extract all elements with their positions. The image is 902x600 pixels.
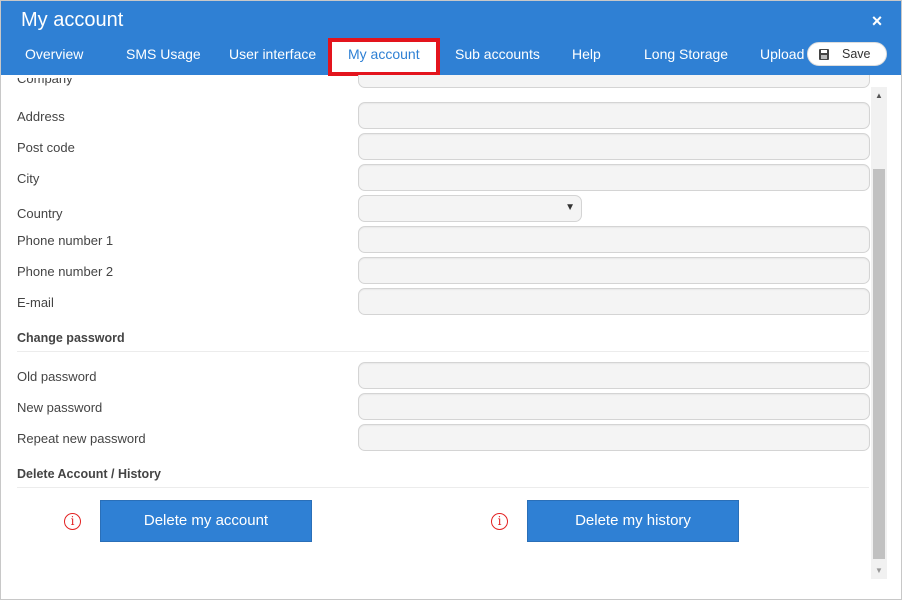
- new-password-field[interactable]: [358, 393, 870, 420]
- repeat-new-password-label: Repeat new password: [17, 431, 146, 446]
- tab-long-storage[interactable]: Long Storage: [644, 38, 728, 72]
- tab-sub-accounts[interactable]: Sub accounts: [455, 38, 540, 72]
- save-button-label: Save: [842, 47, 871, 61]
- phone-number-2-field[interactable]: [358, 257, 870, 284]
- tab-upload[interactable]: Upload: [760, 38, 804, 72]
- address-label: Address: [17, 109, 65, 124]
- scrollbar-thumb[interactable]: [873, 169, 885, 559]
- chevron-down-icon: ▼: [565, 202, 575, 213]
- tab-help[interactable]: Help: [572, 38, 601, 72]
- dialog-header: My account × Overview SMS Usage User int…: [1, 1, 901, 76]
- account-form: Company Address Post code City Country ▼…: [1, 75, 871, 579]
- delete-my-account-button[interactable]: Delete my account: [100, 500, 312, 542]
- section-divider: [17, 351, 869, 352]
- scroll-down-icon[interactable]: ▼: [875, 566, 883, 575]
- delete-section-title: Delete Account / History: [17, 467, 162, 481]
- scroll-up-icon[interactable]: ▲: [875, 91, 883, 100]
- old-password-label: Old password: [17, 369, 97, 384]
- tab-my-account[interactable]: My account: [328, 38, 440, 76]
- info-icon: i: [491, 513, 508, 530]
- phone-number-1-label: Phone number 1: [17, 233, 114, 248]
- post-code-label: Post code: [17, 140, 75, 155]
- country-label: Country: [17, 206, 63, 221]
- close-icon[interactable]: ×: [869, 11, 885, 31]
- country-select[interactable]: ▼: [358, 195, 582, 222]
- phone-number-1-field[interactable]: [358, 226, 870, 253]
- tab-user-interface[interactable]: User interface: [229, 38, 316, 72]
- my-account-dialog: My account × Overview SMS Usage User int…: [0, 0, 902, 600]
- city-label: City: [17, 171, 40, 186]
- delete-my-history-button[interactable]: Delete my history: [527, 500, 739, 542]
- tab-overview[interactable]: Overview: [25, 38, 83, 72]
- company-label: Company: [17, 78, 73, 86]
- section-divider: [17, 487, 869, 488]
- new-password-label: New password: [17, 400, 103, 415]
- repeat-new-password-field[interactable]: [358, 424, 870, 451]
- vertical-scrollbar[interactable]: ▲ ▼: [871, 87, 887, 579]
- tab-sms-usage[interactable]: SMS Usage: [126, 38, 201, 72]
- old-password-field[interactable]: [358, 362, 870, 389]
- email-label: E-mail: [17, 295, 54, 310]
- post-code-field[interactable]: [358, 133, 870, 160]
- floppy-disk-icon: [819, 49, 829, 60]
- email-field[interactable]: [358, 288, 870, 315]
- company-field[interactable]: [358, 75, 870, 88]
- phone-number-2-label: Phone number 2: [17, 264, 114, 279]
- info-icon: i: [64, 513, 81, 530]
- dialog-title: My account: [21, 9, 124, 31]
- change-password-title: Change password: [17, 331, 125, 345]
- address-field[interactable]: [358, 102, 870, 129]
- save-button[interactable]: Save: [807, 42, 887, 66]
- city-field[interactable]: [358, 164, 870, 191]
- tab-bar: Overview SMS Usage User interface My acc…: [1, 38, 901, 76]
